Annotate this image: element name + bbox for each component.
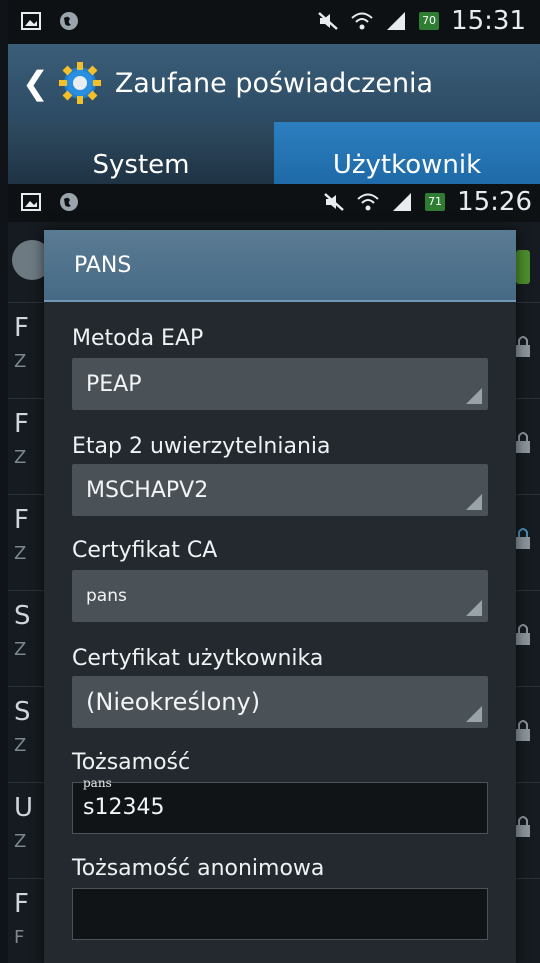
mute-icon	[324, 193, 344, 211]
user-cert-label: Certyfikat użytkownika	[72, 646, 324, 671]
tab-user[interactable]: Użytkownik	[274, 122, 540, 184]
identity-value: s12345	[83, 795, 165, 820]
battery-level: 71	[425, 193, 446, 211]
wifi-network-dialog: PANS Metoda EAP PEAP Etap 2 uwierzytelni…	[44, 230, 516, 963]
anonymous-identity-field[interactable]	[72, 888, 488, 940]
toggle-switch	[516, 250, 530, 284]
lock-icon	[516, 336, 530, 357]
dropdown-corner-icon	[466, 600, 482, 616]
eap-method-value: PEAP	[86, 371, 142, 397]
lock-icon	[516, 528, 530, 549]
anonymous-identity-label: Tożsamość anonimowa	[72, 856, 325, 881]
eap-method-select[interactable]: PEAP	[72, 358, 488, 410]
dropdown-corner-icon	[466, 706, 482, 722]
settings-gear-icon	[58, 62, 101, 104]
action-bar: ❮ Zaufane poświadczenia	[8, 44, 540, 122]
signal-icon	[393, 193, 412, 211]
status-bar-overlay: 71 15:26	[8, 184, 540, 222]
signal-icon	[387, 12, 406, 30]
battery-level: 70	[419, 12, 440, 30]
globe-icon	[60, 12, 78, 30]
identity-field[interactable]: pans s12345	[72, 777, 488, 834]
globe-icon	[60, 193, 78, 211]
phase2-auth-value: MSCHAPV2	[86, 477, 209, 503]
user-cert-value: (Nieokreślony)	[86, 688, 261, 716]
page-title: Zaufane poświadczenia	[114, 67, 434, 99]
ca-cert-value: pans	[86, 586, 127, 606]
lock-icon	[516, 432, 530, 453]
back-chevron-icon[interactable]: ❮	[22, 64, 49, 102]
identity-hint: pans	[83, 776, 112, 790]
screenshot-icon	[21, 193, 41, 211]
screenshot-icon	[21, 12, 41, 30]
ca-cert-select[interactable]: pans	[72, 570, 488, 622]
lock-icon	[516, 624, 530, 645]
wifi-icon	[357, 193, 379, 211]
phase2-auth-select[interactable]: MSCHAPV2	[72, 464, 488, 516]
tab-system[interactable]: System	[8, 122, 274, 184]
dialog-title: PANS	[44, 230, 516, 302]
eap-method-label: Metoda EAP	[72, 326, 204, 351]
status-bar: 70 15:31	[8, 0, 540, 44]
screen: 70 15:31 ❮ Zaufane poświadczenia System …	[0, 0, 540, 963]
tab-bar: System Użytkownik	[8, 122, 540, 184]
dropdown-corner-icon	[466, 388, 482, 404]
dropdown-corner-icon	[466, 494, 482, 510]
user-cert-select[interactable]: (Nieokreślony)	[72, 676, 488, 728]
clock: 15:31	[451, 6, 526, 36]
phase2-auth-label: Etap 2 uwierzytelniania	[72, 434, 331, 459]
wifi-icon	[351, 12, 373, 30]
clock: 15:26	[457, 187, 532, 217]
identity-label: Tożsamość	[72, 750, 191, 775]
lock-icon	[516, 816, 530, 837]
ca-cert-label: Certyfikat CA	[72, 538, 218, 563]
mute-icon	[318, 12, 338, 30]
lock-icon	[516, 720, 530, 741]
